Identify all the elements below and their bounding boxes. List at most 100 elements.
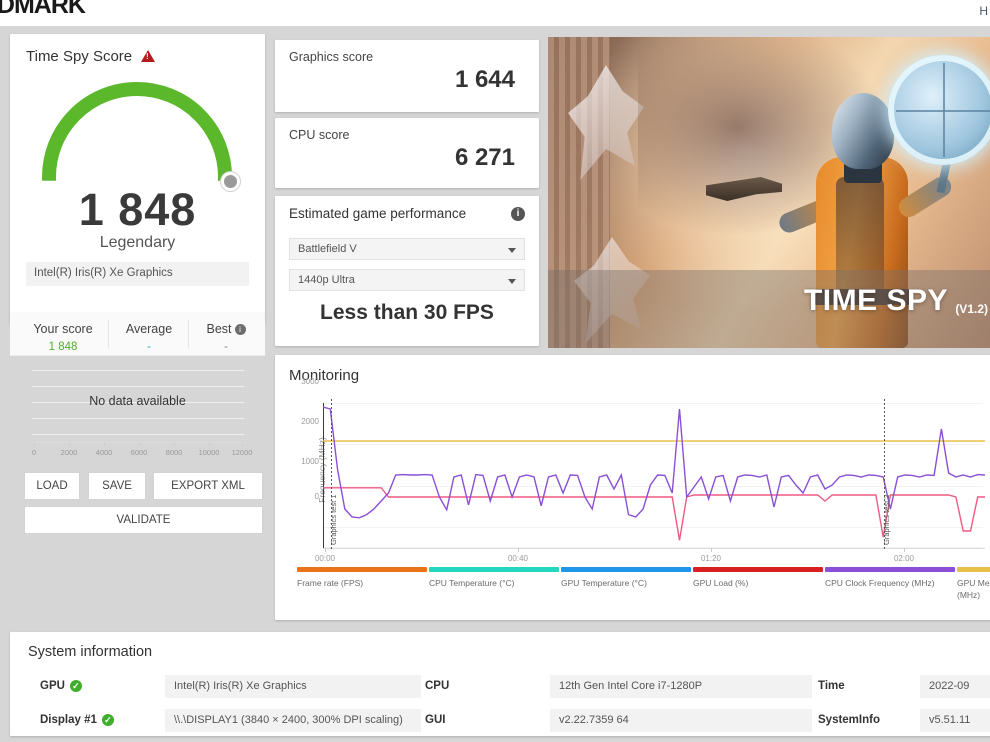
- score-comparison-card: Your score 1 848 Average - Best i - No da…: [10, 302, 265, 467]
- chart-legend: Frame rate (FPS) CPU Temperature (°C) GP…: [287, 567, 990, 613]
- comparison-tick: 8000: [165, 448, 183, 457]
- comparison-label: Best i: [190, 322, 262, 336]
- legend-swatch: [957, 567, 990, 572]
- comparison-average: Average -: [110, 322, 188, 353]
- legend-item-cpu-clock-frequency[interactable]: CPU Clock Frequency (MHz): [825, 567, 955, 589]
- legend-item-cpu-temperature[interactable]: CPU Temperature (°C): [429, 567, 559, 589]
- check-icon: ✓: [101, 714, 114, 726]
- score-rating: Legendary: [99, 234, 176, 251]
- legend-swatch: [429, 567, 559, 572]
- preset-select[interactable]: 1440p Ultra: [289, 269, 525, 291]
- legend-swatch: [693, 567, 823, 572]
- comparison-empty-message: No data available: [89, 394, 186, 408]
- score-card-title: Time Spy Score: [26, 48, 133, 65]
- time-spy-score-card: Time Spy Score 1 848 Legendary Intel(R) …: [10, 34, 265, 324]
- save-button[interactable]: SAVE: [88, 472, 146, 500]
- chart-y-tick: 2000: [301, 417, 319, 426]
- comparison-label: Your score: [33, 322, 93, 336]
- label-text: Display #1: [40, 714, 97, 726]
- monitoring-card: Monitoring Frequency (MHz) 0 1000 2000 3…: [275, 355, 990, 620]
- estimated-title: Estimated game performance: [289, 206, 467, 221]
- comparison-best-text: Best: [206, 322, 232, 336]
- legend-swatch: [561, 567, 691, 572]
- system-row-label-gpu: GPU ✓: [40, 680, 82, 692]
- legend-label: CPU Temperature (°C): [429, 578, 515, 588]
- legend-label: CPU Clock Frequency (MHz): [825, 578, 935, 588]
- top-bar: 3DMARK H: [0, 0, 990, 26]
- chart-y-tick: 1000: [301, 457, 319, 466]
- game-select[interactable]: Battlefield V: [289, 238, 525, 260]
- load-button[interactable]: LOAD: [24, 472, 80, 500]
- comparison-tick: 10000: [198, 448, 220, 457]
- system-row-value-systeminfo: v5.51.11: [920, 709, 990, 732]
- info-icon[interactable]: i: [511, 207, 525, 221]
- legend-item-gpu-load[interactable]: GPU Load (%): [693, 567, 823, 589]
- system-row-value-gui: v2.22.7359 64: [550, 709, 812, 732]
- preset-select-value: 1440p Ultra: [298, 274, 355, 286]
- chart-x-tick: 00:00: [314, 554, 336, 563]
- comparison-your-score: Your score 1 848: [18, 322, 108, 353]
- legend-label: Frame rate (FPS): [297, 578, 364, 588]
- system-row-value-gpu: Intel(R) Iris(R) Xe Graphics: [165, 675, 421, 698]
- 3dmark-results-window: 3DMARK H Time Spy Score 1 848 Legendary …: [0, 0, 990, 742]
- comparison-best: Best i -: [190, 322, 262, 353]
- system-row-value-cpu: 12th Gen Intel Core i7-1280P: [550, 675, 812, 698]
- app-logo: 3DMARK: [0, 0, 86, 19]
- top-right-label: H: [979, 4, 988, 18]
- estimated-fps-result: Less than 30 FPS: [320, 301, 494, 324]
- chart-y-tick: 0: [314, 492, 319, 501]
- system-row-label-display: Display #1 ✓: [40, 714, 114, 726]
- comparison-tick: 12000: [231, 448, 253, 457]
- score-value: 1 848: [78, 184, 197, 235]
- system-row-label-time: Time: [818, 680, 845, 692]
- legend-item-gpu-temperature[interactable]: GPU Temperature (°C): [561, 567, 691, 589]
- game-select-value: Battlefield V: [298, 243, 357, 255]
- legend-swatch: [825, 567, 955, 572]
- comparison-divider: [108, 320, 109, 348]
- hero-figure-helmet: [832, 93, 894, 169]
- chart-x-tick: 02:00: [893, 554, 915, 563]
- system-information-card: System information GPU ✓ Intel(R) Iris(R)…: [10, 632, 990, 736]
- legend-item-frame-rate[interactable]: Frame rate (FPS): [297, 567, 427, 589]
- cpu-score-label: CPU score: [289, 128, 350, 142]
- hero-version: (V1.2): [955, 302, 988, 316]
- chart-x-tick: 00:40: [507, 554, 529, 563]
- benchmark-hero-image: TIME SPY (V1.2): [548, 37, 990, 348]
- label-text: GPU: [40, 680, 65, 692]
- annotation-label-graphics-test-2: Graphics test 2: [882, 494, 891, 545]
- check-icon: ✓: [69, 680, 82, 692]
- legend-label: GPU Memory (MHz): [957, 578, 990, 600]
- comparison-label: Average: [125, 322, 173, 336]
- estimated-game-performance-card: Estimated game performance i Battlefield…: [275, 196, 539, 346]
- legend-label: GPU Load (%): [693, 578, 749, 588]
- comparison-tick: 2000: [60, 448, 78, 457]
- annotation-label-graphics-test-1: Graphics test 1: [329, 494, 338, 545]
- legend-label: GPU Temperature (°C): [561, 578, 647, 588]
- chart-y-tick: 3000: [301, 377, 319, 386]
- comparison-tick: 4000: [95, 448, 113, 457]
- system-row-value-time: 2022-09: [920, 675, 990, 698]
- info-icon[interactable]: i: [234, 324, 246, 335]
- warning-triangle-icon[interactable]: [141, 50, 155, 62]
- score-gauge: [42, 82, 240, 192]
- legend-swatch: [297, 567, 427, 572]
- comparison-header: Your score 1 848 Average - Best i -: [10, 312, 265, 356]
- system-row-label-gui: GUI: [425, 714, 446, 726]
- chevron-down-icon: [508, 248, 516, 253]
- hero-mirror: [888, 55, 990, 165]
- cpu-score-value: 6 271: [454, 144, 515, 171]
- comparison-tick: 6000: [130, 448, 148, 457]
- cpu-score-card: CPU score 6 271: [275, 118, 539, 188]
- system-row-label-cpu: CPU: [425, 680, 450, 692]
- comparison-value: -: [147, 341, 151, 353]
- graphics-score-card: Graphics score 1 644: [275, 40, 539, 112]
- validate-button[interactable]: VALIDATE: [24, 506, 263, 534]
- system-row-label-systeminfo: SystemInfo: [818, 714, 880, 726]
- comparison-value: 1 848: [48, 341, 78, 353]
- export-xml-button[interactable]: EXPORT XML: [153, 472, 263, 500]
- comparison-x-axis: [32, 442, 244, 443]
- comparison-divider: [188, 320, 189, 348]
- score-gpu-name: Intel(R) Iris(R) Xe Graphics: [26, 262, 249, 286]
- legend-item-gpu-memory[interactable]: GPU Memory (MHz): [957, 567, 990, 601]
- graphics-score-label: Graphics score: [289, 50, 374, 64]
